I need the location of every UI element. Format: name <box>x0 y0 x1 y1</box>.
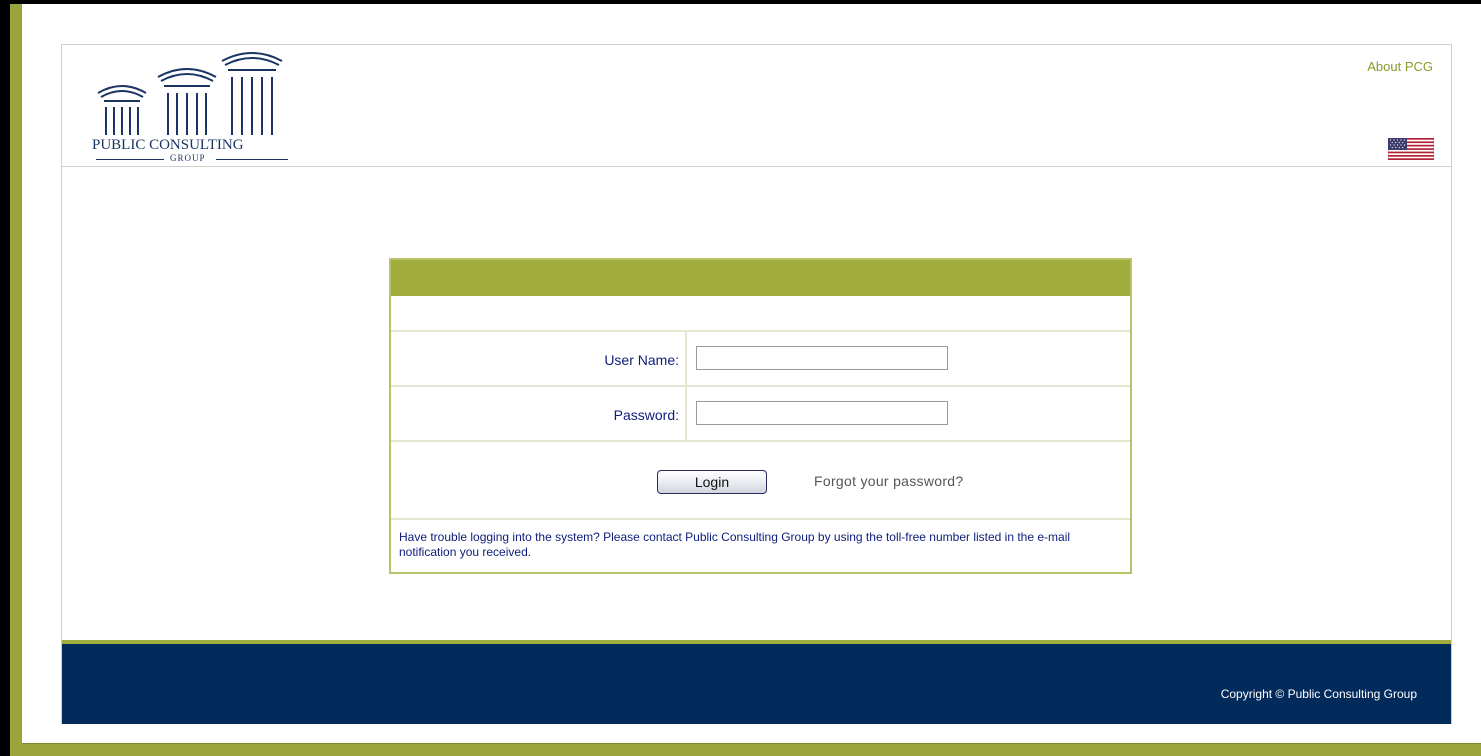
logo-name: PUBLIC CONSULTING <box>92 137 244 153</box>
login-button[interactable]: Login <box>657 470 767 494</box>
page-header: PUBLIC CONSULTING GROUP About PCG <box>62 45 1451 167</box>
forgot-password-link[interactable]: Forgot your password? <box>814 473 963 489</box>
about-pcg-link[interactable]: About PCG <box>1367 59 1433 74</box>
columns-logo-icon <box>97 52 283 135</box>
logo-rule-left <box>96 159 164 160</box>
column-divider <box>685 332 687 440</box>
password-label: Password: <box>613 407 679 423</box>
logo-rule-right <box>216 159 288 160</box>
row-divider <box>391 518 1130 520</box>
logo-subtitle: GROUP <box>170 153 206 163</box>
frame-accent-left <box>10 4 22 756</box>
login-form: User Name: Password: Login Forgot your p… <box>389 258 1132 574</box>
password-input[interactable] <box>696 401 948 425</box>
login-help-text: Have trouble logging into the system? Pl… <box>399 530 1071 559</box>
page-container: PUBLIC CONSULTING GROUP About PCG User N… <box>61 44 1452 724</box>
frame-accent-bottom <box>22 744 1481 756</box>
login-form-header <box>391 260 1130 296</box>
row-divider <box>391 330 1130 332</box>
window-frame-top <box>0 0 1481 4</box>
row-divider <box>391 440 1130 442</box>
username-input[interactable] <box>696 346 948 370</box>
us-flag-icon[interactable] <box>1388 138 1434 160</box>
pcg-logo[interactable]: PUBLIC CONSULTING GROUP <box>92 49 292 163</box>
row-divider <box>391 385 1130 387</box>
username-label: User Name: <box>604 352 679 368</box>
copyright-text: Copyright © Public Consulting Group <box>1220 687 1417 701</box>
page-footer: Copyright © Public Consulting Group <box>62 644 1451 724</box>
logo-sub-wrap: GROUP <box>92 153 292 165</box>
window-frame-left <box>0 0 10 756</box>
